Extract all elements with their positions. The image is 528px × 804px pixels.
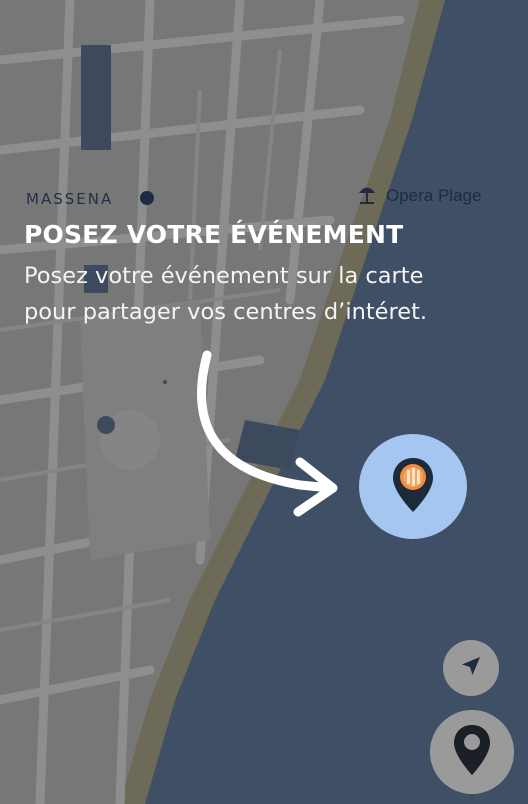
locate-button[interactable] xyxy=(443,640,499,696)
event-target[interactable] xyxy=(359,434,467,539)
event-pin-icon xyxy=(391,456,435,518)
place-event-button[interactable] xyxy=(430,710,514,794)
map-pin-icon xyxy=(452,723,492,781)
navigation-arrow-icon xyxy=(459,654,483,682)
